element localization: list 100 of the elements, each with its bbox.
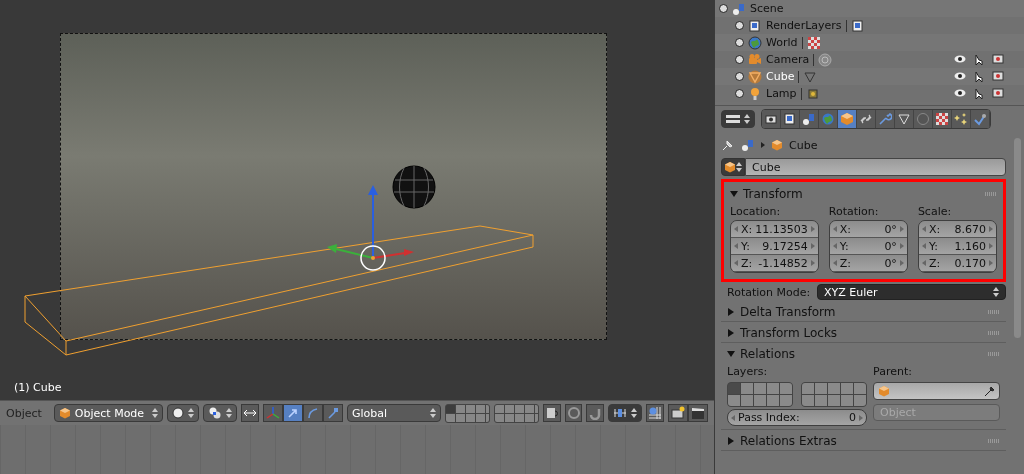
- layer-toggle[interactable]: [476, 404, 486, 413]
- layer-toggle[interactable]: [514, 404, 524, 413]
- triangle-mesh-icon: [897, 112, 911, 126]
- layer-toggle[interactable]: [802, 395, 814, 406]
- layer-toggle[interactable]: [504, 413, 514, 422]
- properties-tab[interactable]: [857, 110, 876, 128]
- restrict-icons[interactable]: [954, 53, 1004, 66]
- number-field[interactable]: X: 8.670: [918, 221, 996, 238]
- layer-toggle[interactable]: [466, 413, 476, 422]
- snap-element-dropdown[interactable]: [608, 404, 643, 422]
- collapse-toggle[interactable]: [719, 4, 728, 13]
- properties-tab[interactable]: [895, 110, 914, 128]
- lamp-data-icon: [805, 86, 820, 101]
- camera-icon: [992, 70, 1004, 81]
- layer-toggle[interactable]: [446, 413, 456, 422]
- restrict-icons[interactable]: [954, 87, 1004, 100]
- layer-toggle[interactable]: [741, 395, 753, 406]
- properties-tab[interactable]: [781, 110, 800, 128]
- manipulator-button[interactable]: [322, 404, 343, 422]
- properties-tab[interactable]: [933, 110, 952, 128]
- shading-dropdown[interactable]: [167, 404, 200, 422]
- number-field[interactable]: Z: -1.14852: [731, 255, 818, 272]
- eyedropper-icon: [983, 385, 995, 397]
- cube-icon: [724, 161, 736, 173]
- outliner-row[interactable]: World: [715, 34, 1024, 51]
- pivot-dropdown[interactable]: [203, 404, 238, 422]
- layer-toggle[interactable]: [780, 383, 792, 394]
- panel-header[interactable]: Relations: [727, 344, 1000, 363]
- layer-toggle[interactable]: [728, 395, 740, 406]
- layer-toggle[interactable]: [802, 383, 814, 394]
- layer-toggle[interactable]: [446, 404, 456, 413]
- parent-field[interactable]: [873, 382, 1000, 400]
- manipulator-button[interactable]: [282, 404, 303, 422]
- layer-toggle[interactable]: [815, 395, 827, 406]
- globe-icon: [748, 35, 762, 50]
- layer-toggle[interactable]: [854, 383, 866, 394]
- properties-tab[interactable]: [838, 110, 857, 128]
- context-pin-dropdown[interactable]: [721, 110, 755, 128]
- layer-toggle[interactable]: [494, 413, 504, 422]
- properties-tab[interactable]: [971, 110, 990, 128]
- layer-toggle[interactable]: [828, 395, 840, 406]
- layer-toggle[interactable]: [524, 404, 534, 413]
- panel-header[interactable]: Transform Locks: [727, 323, 1000, 342]
- axes-toggle[interactable]: [262, 404, 283, 422]
- render-still-button[interactable]: [668, 404, 689, 422]
- datablock-dropdown[interactable]: [721, 158, 745, 176]
- pass-index-field[interactable]: Pass Index: 0: [727, 409, 867, 426]
- layer-toggle[interactable]: [728, 383, 740, 394]
- layer-toggle[interactable]: [767, 395, 779, 406]
- manipulator-toggle[interactable]: [241, 404, 259, 422]
- layer-toggle[interactable]: [780, 395, 792, 406]
- number-field[interactable]: X: 11.13503: [731, 221, 818, 238]
- properties-tab[interactable]: [800, 110, 819, 128]
- properties-tab[interactable]: [876, 110, 895, 128]
- panel-header[interactable]: Transform: [730, 184, 997, 203]
- layer-toggle[interactable]: [767, 383, 779, 394]
- number-field[interactable]: X: 0°: [829, 221, 907, 238]
- properties-tab[interactable]: [952, 110, 971, 128]
- scene-name[interactable]: Scene: [750, 2, 784, 15]
- layer-toggle[interactable]: [841, 383, 853, 394]
- number-field[interactable]: Y: 9.17254: [731, 238, 818, 255]
- scrollbar[interactable]: [1014, 138, 1021, 338]
- number-field[interactable]: Z: 0°: [829, 255, 907, 272]
- number-field[interactable]: Z: 0.170: [918, 255, 996, 272]
- layer-toggle[interactable]: [828, 383, 840, 394]
- panel-header[interactable]: Relations Extras: [727, 431, 1000, 450]
- number-field[interactable]: Y: 1.160: [918, 238, 996, 255]
- render-animation-button[interactable]: [688, 404, 709, 422]
- restrict-icons[interactable]: [954, 70, 1004, 83]
- layer-toggle[interactable]: [504, 404, 514, 413]
- updown-arrows-icon: [631, 408, 638, 418]
- layer-toggle[interactable]: [754, 395, 766, 406]
- layer-toggle[interactable]: [841, 395, 853, 406]
- pin-icon[interactable]: [721, 138, 735, 152]
- layer-toggle[interactable]: [524, 413, 534, 422]
- mode-dropdown[interactable]: Object Mode: [53, 404, 164, 422]
- rotation-mode-dropdown[interactable]: XYZ Euler: [817, 284, 1006, 300]
- layer-toggle[interactable]: [514, 413, 524, 422]
- layer-toggle[interactable]: [741, 383, 753, 394]
- object-name-field[interactable]: Cube: [745, 158, 1006, 176]
- number-field[interactable]: Y: 0°: [829, 238, 907, 255]
- layer-toggle[interactable]: [456, 413, 466, 422]
- outliner-row[interactable]: Cube: [715, 68, 1024, 85]
- layer-toggle[interactable]: [456, 404, 466, 413]
- properties-tab[interactable]: [762, 110, 781, 128]
- proportional-edit-button[interactable]: [564, 404, 583, 422]
- layer-toggle[interactable]: [466, 404, 476, 413]
- layer-toggle[interactable]: [494, 404, 504, 413]
- layer-toggle[interactable]: [815, 383, 827, 394]
- object-menu[interactable]: Object: [6, 406, 42, 420]
- clapperboard-icon: [691, 406, 706, 420]
- manipulator-button[interactable]: [302, 404, 323, 422]
- snap-target-button[interactable]: [646, 404, 665, 422]
- layer-toggle[interactable]: [476, 413, 486, 422]
- cube-icon: [878, 385, 890, 397]
- lock-camera-button[interactable]: [542, 404, 561, 422]
- panel-header[interactable]: Delta Transform: [727, 302, 1000, 321]
- layer-toggle[interactable]: [754, 383, 766, 394]
- layer-toggle[interactable]: [854, 395, 866, 406]
- orientation-dropdown[interactable]: Global: [346, 404, 442, 422]
